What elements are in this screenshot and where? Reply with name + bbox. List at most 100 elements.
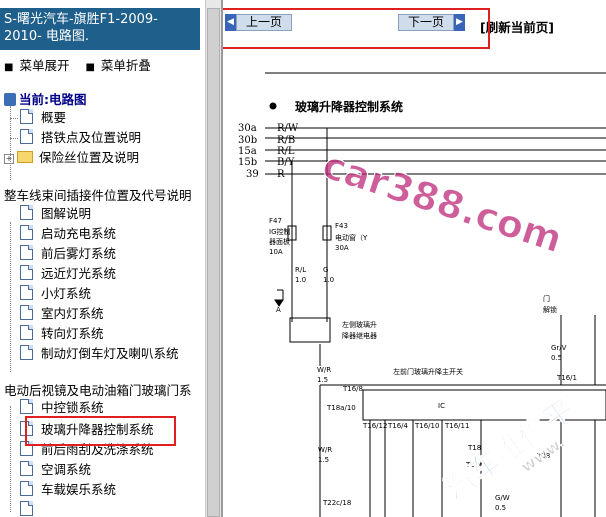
tree-item-label: 图解说明: [41, 206, 92, 221]
fuse-amp: 10A: [269, 248, 283, 256]
tree-item-label: 保险丝位置及说明: [39, 150, 140, 165]
tree-item-entertainment[interactable]: 车载娱乐系统: [12, 480, 116, 500]
wire-size: 0.5: [495, 504, 506, 512]
fuse-label: F43: [335, 222, 348, 230]
fuse-amp: 30A: [335, 244, 349, 252]
expand-label: 菜单展开: [19, 58, 70, 73]
tree-item-start-charge[interactable]: 启动充电系统: [12, 224, 116, 244]
diagram-pane: 30a R/W 30b R/B 15a R/L 15b B/Y 39 R F47…: [223, 0, 606, 517]
wire-label: G/W: [495, 494, 510, 502]
tree-item-interior-lights[interactable]: 室内灯系统: [12, 304, 104, 324]
tree-line: [10, 222, 11, 372]
current-node[interactable]: 当前:电路图: [4, 90, 87, 110]
wire-id: 30a: [238, 123, 257, 134]
wire-color: B/Y: [277, 157, 295, 168]
tree-line: [10, 406, 11, 512]
connector-label: T16/10: [414, 422, 439, 430]
wire-id: 39: [246, 169, 259, 180]
document-icon: [20, 205, 33, 220]
document-icon: [20, 129, 33, 144]
wire-size: 1.0: [323, 276, 334, 284]
tree-item-label: 小灯系统: [41, 286, 92, 301]
tree-item-turn-signals[interactable]: 转向灯系统: [12, 324, 104, 344]
tree-item-label: 车载娱乐系统: [41, 482, 117, 497]
tree-item-headlights[interactable]: 远近灯光系统: [12, 264, 116, 284]
current-label: 当前:电路图: [19, 92, 87, 107]
connector-label: T18a/10: [326, 404, 356, 412]
connector-label: T16/12: [362, 422, 387, 430]
bullet-icon: [269, 102, 277, 110]
connector-label: T16/11: [444, 422, 469, 430]
document-icon: [20, 501, 33, 516]
expand-collapse-row: ■ 菜单展开 ■ 菜单折叠: [4, 55, 151, 74]
tree-item-label: 中控锁系统: [41, 400, 104, 415]
tree-item-overview[interactable]: 概要: [10, 108, 66, 128]
connector-label: T22c/18: [322, 499, 351, 507]
square-icon: ■: [4, 62, 14, 73]
tree-item-label: 远近灯光系统: [41, 266, 117, 281]
ic-label: IC: [438, 402, 445, 410]
relay-label: 降器继电器: [342, 331, 377, 340]
document-icon: [20, 245, 33, 260]
tree-line: [10, 118, 18, 119]
document-icon: [20, 325, 33, 340]
wire-size: 1.0: [295, 276, 306, 284]
nav-tree-pane: S-曙光汽车-旗胜F1-2009- 2010- 电路图. ■ 菜单展开 ■ 菜单折叠…: [0, 0, 205, 517]
scrollbar-thumb[interactable]: [207, 8, 220, 517]
tree-item-label: 室内灯系统: [41, 306, 104, 321]
collapse-menu-link[interactable]: ■ 菜单折叠: [85, 55, 150, 74]
tree-item-label: 转向灯系统: [41, 326, 104, 341]
tree-line: [10, 138, 18, 139]
tree-item-label: 前后雾灯系统: [41, 246, 117, 261]
tree-item-connectors[interactable]: 整车线束间插接件位置及代号说明: [4, 186, 192, 206]
nav-highlight-box: [223, 8, 490, 49]
tree-item-label: 制动灯倒车灯及喇叭系统: [41, 346, 179, 361]
expand-menu-link[interactable]: ■ 菜单展开: [4, 55, 69, 74]
connector-label: T16/1: [556, 374, 577, 382]
document-icon: [20, 225, 33, 240]
wire-color: R/W: [277, 123, 299, 134]
book-icon: [4, 93, 16, 106]
tree-item-fuses[interactable]: + 保险丝位置及说明: [4, 148, 139, 168]
connector-label: T16/4: [387, 422, 409, 430]
tree-item-central-lock[interactable]: 中控锁系统: [12, 398, 104, 418]
fuse-label: F47: [269, 217, 282, 225]
square-icon: ■: [85, 62, 95, 73]
wire-color: R/L: [277, 146, 295, 157]
tree-item-fog-lights[interactable]: 前后雾灯系统: [12, 244, 116, 264]
tree-item-next[interactable]: [12, 500, 41, 517]
wire-id: 15a: [238, 146, 257, 157]
ground-label: A: [276, 306, 281, 314]
wire-size: 1.5: [318, 456, 329, 464]
wire-size: 1.5: [317, 376, 328, 384]
door-label: 解锁: [543, 305, 557, 314]
document-icon: [20, 461, 33, 476]
wire-label: Gr/V: [551, 344, 567, 352]
refresh-page-link[interactable]: [刷新当前页]: [480, 17, 554, 36]
wire-size: 0.5: [551, 354, 562, 362]
wire-color: R: [277, 169, 285, 180]
door-label: 门: [543, 294, 550, 303]
wire-label: W/R: [317, 366, 331, 374]
fuse-label: 电动窗（Y: [335, 233, 368, 242]
tree-item-ac[interactable]: 空调系统: [12, 460, 91, 480]
document-icon: [20, 265, 33, 280]
document-icon: [20, 481, 33, 496]
diagram-title: 玻璃升降器控制系统: [295, 99, 403, 114]
tree-item-small-lights[interactable]: 小灯系统: [12, 284, 91, 304]
tree-item-label: 启动充电系统: [41, 226, 117, 241]
wire-label: W/R: [318, 446, 332, 454]
tree-item-legend[interactable]: 图解说明: [12, 204, 91, 224]
tree-item-label: 电动后视镜及电动油箱门玻璃门系: [4, 383, 192, 398]
expand-plus-icon[interactable]: +: [4, 154, 14, 164]
document-icon: [20, 345, 33, 360]
collapse-label: 菜单折叠: [100, 58, 151, 73]
tree-item-label: 整车线束间插接件位置及代号说明: [4, 188, 192, 203]
fuse-label: IG控制: [269, 227, 291, 236]
document-icon: [20, 305, 33, 320]
switch-label: 左前门玻璃升降主开关: [393, 367, 463, 376]
connector-label: T16/8: [342, 385, 363, 393]
tree-item-ground-points[interactable]: 搭铁点及位置说明: [10, 128, 141, 148]
tree-item-brake-horn[interactable]: 制动灯倒车灯及喇叭系统: [12, 344, 179, 364]
document-icon: [20, 399, 33, 414]
